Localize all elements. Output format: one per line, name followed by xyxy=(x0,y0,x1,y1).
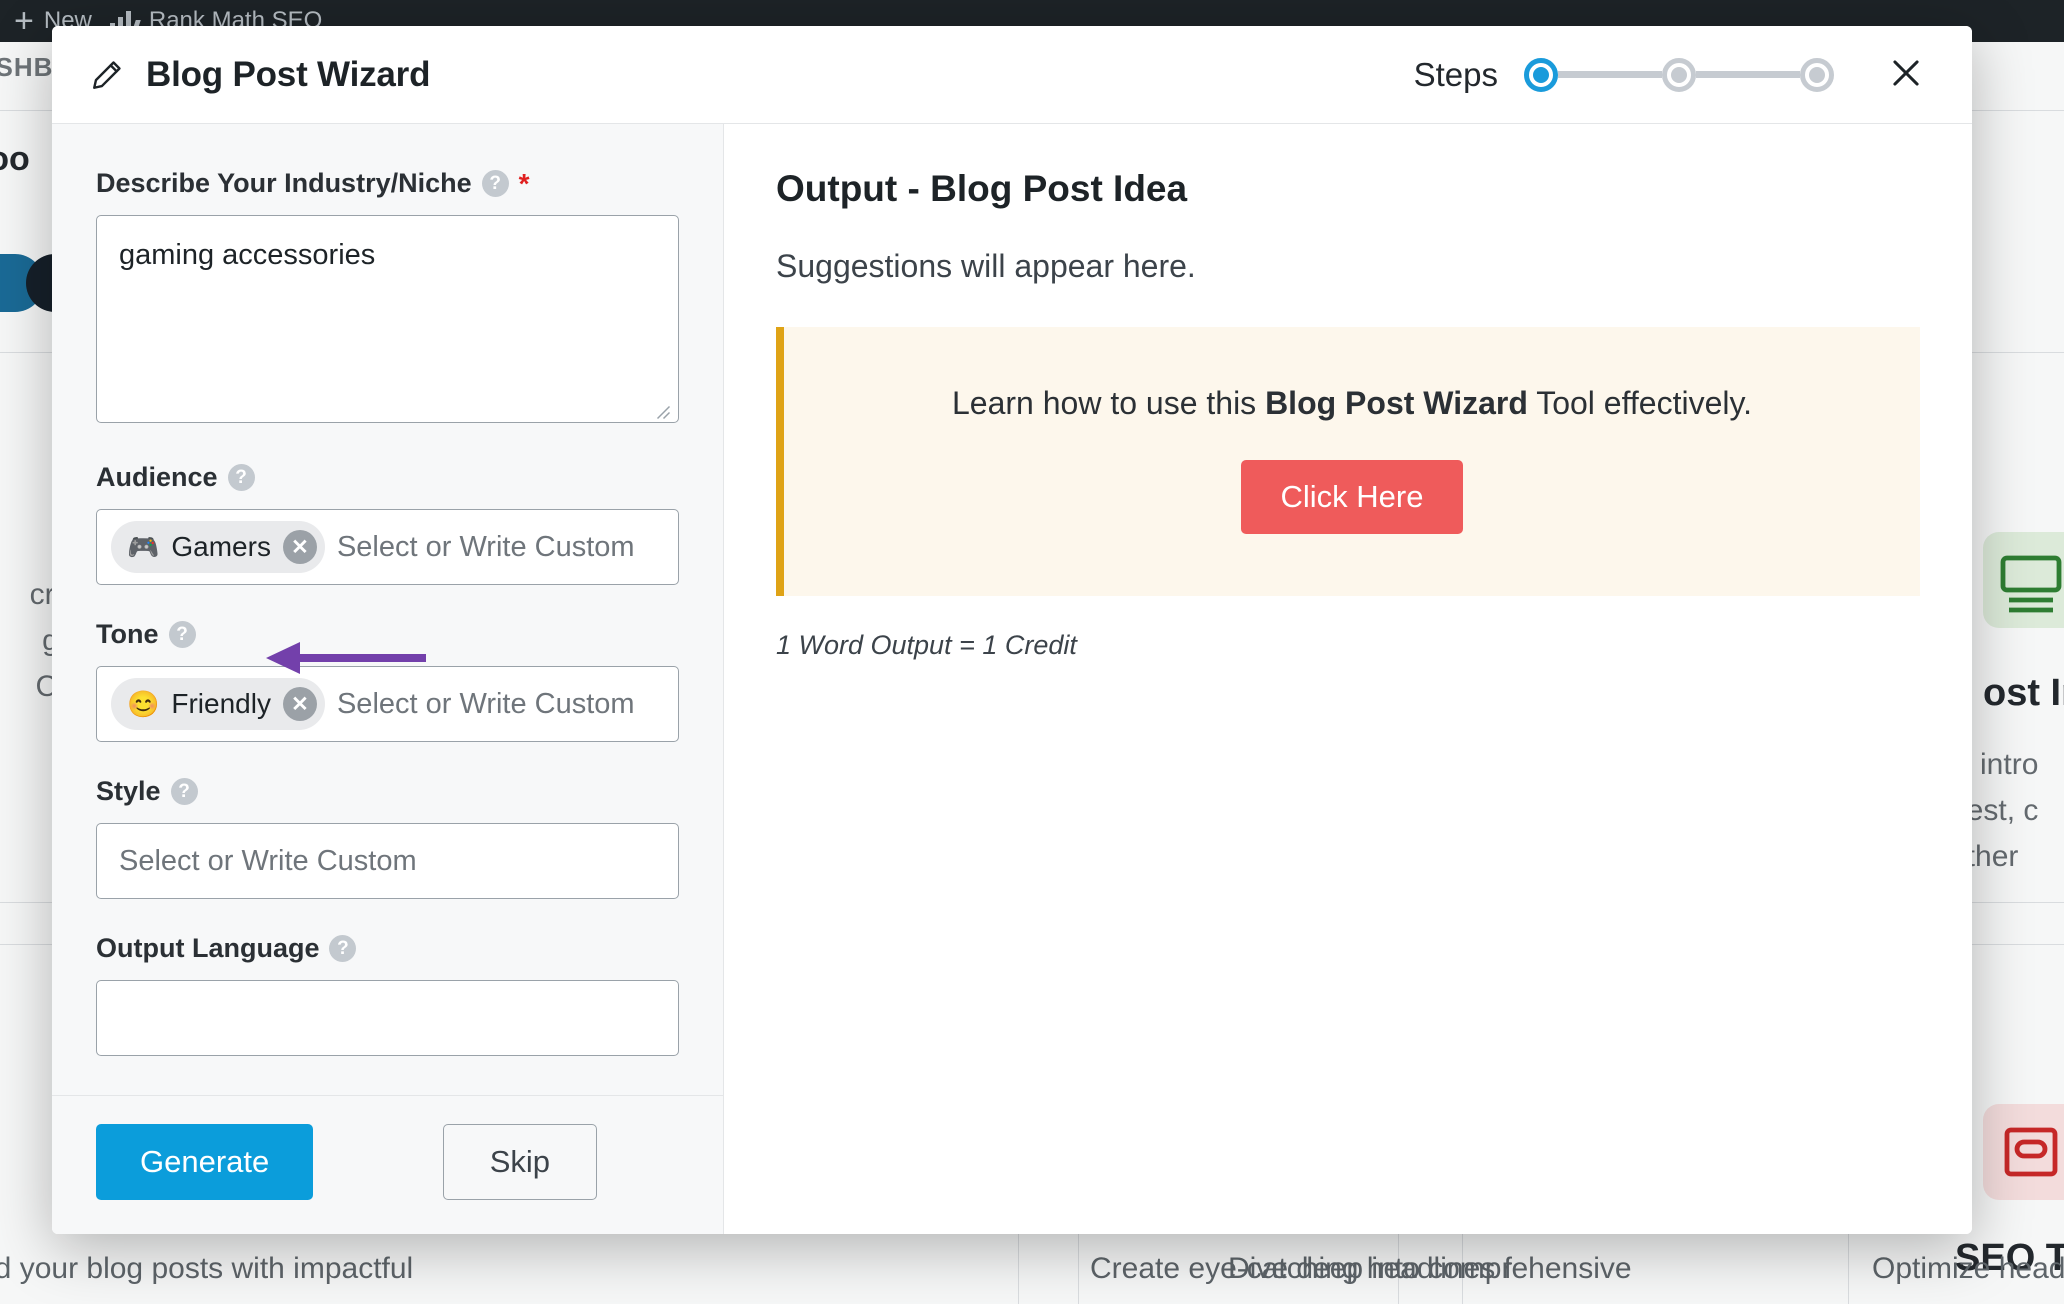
required-marker: * xyxy=(518,167,530,199)
archive-box-icon xyxy=(1983,1104,2064,1200)
style-input[interactable]: Select or Write Custom xyxy=(96,823,679,899)
close-button[interactable] xyxy=(1878,47,1934,103)
page-title: Blog Post Wizard xyxy=(146,54,431,94)
notice-text-before: Learn how to use this xyxy=(951,385,1266,421)
style-label: Style xyxy=(96,776,161,806)
close-circle-icon[interactable]: ✕ xyxy=(282,687,317,721)
monitor-lines-icon xyxy=(1983,532,2064,628)
output-pane: Output - Blog Post Idea Suggestions will… xyxy=(724,124,1972,1234)
steps-track xyxy=(1524,57,1834,92)
notice-text: Learn how to use this Blog Post Wizard T… xyxy=(824,385,1880,422)
generate-button[interactable]: Generate xyxy=(96,1124,314,1200)
output-language-label: Output Language xyxy=(96,933,320,963)
background-card-desc: Optimize headline xyxy=(1872,1252,2064,1285)
notice-text-bold: Blog Post Wizard xyxy=(1265,385,1528,421)
tone-input[interactable]: 😊 Friendly ✕ Select or Write Custom xyxy=(96,666,679,742)
field-output-language: Output Language ? xyxy=(96,933,679,1056)
help-icon[interactable]: ? xyxy=(481,170,509,197)
steps-label: Steps xyxy=(1413,55,1498,93)
step-connector xyxy=(1696,71,1800,78)
close-icon xyxy=(1887,54,1925,95)
audience-chip-gamers: 🎮 Gamers ✕ xyxy=(111,521,325,573)
output-language-input[interactable] xyxy=(96,980,679,1056)
field-label: Output Language ? xyxy=(96,933,679,964)
wizard-form-footer: Generate Skip xyxy=(52,1095,723,1234)
help-icon[interactable]: ? xyxy=(329,935,357,962)
step-indicator-2[interactable] xyxy=(1662,57,1696,92)
credit-note: 1 Word Output = 1 Credit xyxy=(776,630,1077,660)
smiley-icon: 😊 xyxy=(127,689,160,719)
modal-body: Describe Your Industry/Niche ? * gaming … xyxy=(52,124,1972,1234)
audience-label: Audience xyxy=(96,462,218,492)
close-circle-icon[interactable]: ✕ xyxy=(282,530,317,564)
learn-more-notice: Learn how to use this Blog Post Wizard T… xyxy=(776,327,1920,596)
notice-text-after: Tool effectively. xyxy=(1527,385,1753,421)
step-indicator-1[interactable] xyxy=(1524,57,1558,92)
field-label: Style ? xyxy=(96,776,679,807)
audience-placeholder: Select or Write Custom xyxy=(336,530,635,563)
background-card-desc: nd your blog posts with impactful xyxy=(0,1252,414,1285)
help-icon[interactable]: ? xyxy=(170,778,198,805)
click-here-button[interactable]: Click Here xyxy=(1240,460,1464,534)
industry-niche-label: Describe Your Industry/Niche xyxy=(96,168,472,198)
audience-input[interactable]: 🎮 Gamers ✕ Select or Write Custom xyxy=(96,509,679,585)
field-audience: Audience ? 🎮 Gamers ✕ Select or Write Cu… xyxy=(96,462,679,585)
industry-niche-input[interactable] xyxy=(96,215,679,423)
tone-chip-friendly: 😊 Friendly ✕ xyxy=(111,678,325,730)
modal-header: Blog Post Wizard Steps xyxy=(52,26,1972,124)
chip-label: Friendly xyxy=(171,688,271,719)
help-icon[interactable]: ? xyxy=(168,621,196,648)
background-tools-label: Too xyxy=(0,140,30,178)
plus-icon: + xyxy=(14,2,34,40)
background-bottom-row: nd your blog posts with impactful Create… xyxy=(0,1247,2064,1304)
skip-button[interactable]: Skip xyxy=(442,1124,597,1200)
help-icon[interactable]: ? xyxy=(227,464,255,491)
steps-indicator: Steps xyxy=(1414,56,1834,94)
field-industry-niche: Describe Your Industry/Niche ? * xyxy=(96,168,679,428)
step-indicator-3[interactable] xyxy=(1800,57,1834,92)
modal-title-group: Blog Post Wizard xyxy=(90,55,430,95)
wizard-form-scroll: Describe Your Industry/Niche ? * gaming … xyxy=(52,124,723,1095)
field-tone: Tone ? 😊 Friendly ✕ Select or Write Cust… xyxy=(96,619,679,742)
field-label: Audience ? xyxy=(96,462,679,493)
tone-placeholder: Select or Write Custom xyxy=(336,687,635,720)
step-connector xyxy=(1558,71,1662,78)
chip-label: Gamers xyxy=(171,531,271,562)
gamepad-icon: 🎮 xyxy=(127,532,160,562)
style-placeholder: Select or Write Custom xyxy=(119,844,417,877)
output-title: Output - Blog Post Idea xyxy=(776,168,1188,209)
field-label: Describe Your Industry/Niche ? * xyxy=(96,168,679,199)
background-card-desc: Dive deep into comprehensive xyxy=(1228,1252,1632,1285)
output-subtitle: Suggestions will appear here. xyxy=(776,248,1196,284)
blog-post-wizard-modal: Blog Post Wizard Steps Describe Your Ind… xyxy=(52,26,1972,1234)
tone-label: Tone xyxy=(96,619,159,649)
pencil-icon xyxy=(90,58,124,92)
wizard-form-pane: Describe Your Industry/Niche ? * gaming … xyxy=(52,124,724,1234)
field-style: Style ? Select or Write Custom xyxy=(96,776,679,899)
background-card-title: ost Int xyxy=(1983,672,2064,714)
field-label: Tone ? xyxy=(96,619,679,650)
